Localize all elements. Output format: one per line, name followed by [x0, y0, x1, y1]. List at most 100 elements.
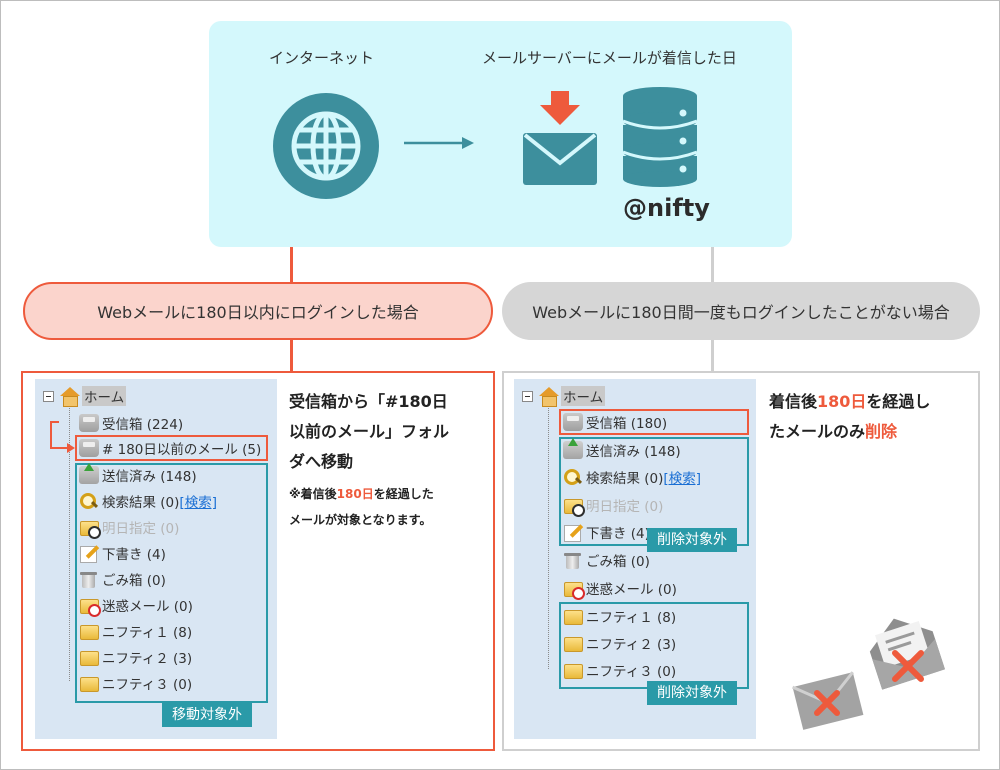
note-highlight: 180日 [336, 487, 374, 501]
home-icon [538, 387, 559, 407]
tree-inbox[interactable]: 受信箱 (180) [563, 412, 667, 432]
tree-label: 迷惑メール (0) [102, 599, 193, 615]
tree-label: 明日指定 (0) [102, 521, 180, 537]
folder-icon [563, 607, 583, 625]
note-text: ※着信後 [289, 487, 337, 501]
collapse-icon[interactable] [522, 391, 533, 402]
note-text: メールが対象となります。 [289, 513, 432, 527]
tree-sent[interactable]: 送信済み (148) [563, 438, 681, 460]
tree-label: ニフティ２ (3) [102, 651, 193, 667]
tree-label: ニフティ２ (3) [586, 637, 677, 653]
tree-folder-1[interactable]: ニフティ１ (8) [79, 621, 192, 641]
tree-label: 検索結果 (0) [102, 495, 180, 511]
clock-folder-icon [79, 518, 101, 539]
tree-label: 検索結果 (0) [586, 471, 664, 487]
tree-moved-folder[interactable]: # 180日以前のメール (5) [79, 438, 261, 458]
database-icon [623, 87, 697, 187]
folder-icon [563, 661, 583, 679]
tree-label: ニフティ３ (0) [102, 677, 193, 693]
branch-left-pill: Webメールに180日以内にログインした場合 [23, 282, 493, 340]
tree-label: ニフティ３ (0) [586, 664, 677, 680]
inbox-icon [79, 414, 99, 432]
right-excluded-tag-2: 削除対象外 [647, 681, 737, 705]
tree-label: ニフティ１ (8) [586, 610, 677, 626]
search-icon [79, 492, 99, 510]
connector-left-bottom [290, 339, 293, 372]
inbox-icon [563, 413, 583, 431]
tree-sent[interactable]: 送信済み (148) [79, 463, 197, 485]
right-description: 着信後180日を経過し たメールのみ削除 [769, 387, 930, 447]
connector-left-top [290, 247, 293, 283]
connector-right-bottom [711, 339, 714, 372]
tree-folder-1[interactable]: ニフティ１ (8) [563, 606, 676, 626]
tree-scheduled[interactable]: 明日指定 (0) [563, 495, 664, 517]
tree-label: 送信済み (148) [102, 469, 197, 485]
desc-highlight: 削除 [865, 422, 898, 441]
server-label: メールサーバーにメールが着信した日 [482, 49, 737, 67]
folder-icon [79, 674, 99, 692]
folder-icon [79, 622, 99, 640]
tree-label: 明日指定 (0) [586, 499, 664, 515]
search-icon [563, 468, 583, 486]
tree-label: ニフティ１ (8) [102, 625, 193, 641]
search-link[interactable]: [検索] [663, 467, 701, 487]
search-link[interactable]: [検索] [179, 491, 217, 511]
folder-icon [563, 634, 583, 652]
nifty-logo: @nifty [623, 194, 710, 222]
tree-search[interactable]: 検索結果 (0) [検索] [79, 491, 217, 511]
desc-text: 着信後 [769, 392, 818, 411]
tree-label: 下書き (4) [102, 547, 166, 563]
move-arrow-icon [50, 421, 75, 453]
branch-right-pill: Webメールに180日間一度もログインしたことがない場合 [502, 282, 980, 340]
tree-label: ごみ箱 (0) [586, 554, 650, 570]
desc-highlight: 180日 [817, 392, 867, 411]
tree-drafts[interactable]: 下書き (4) [79, 543, 166, 563]
tree-search[interactable]: 検索結果 (0) [検索] [563, 467, 701, 487]
note-text: を経過した [373, 487, 434, 501]
desc-text: を経過し [866, 392, 931, 411]
internet-label: インターネット [269, 49, 375, 67]
tree-folder-2[interactable]: ニフティ２ (3) [563, 633, 676, 653]
left-description: 受信箱から「#180日 以前のメール」フォル ダへ移動 [289, 387, 449, 477]
globe-icon [273, 93, 379, 199]
tree-home[interactable]: ホーム [538, 386, 606, 407]
download-arrow-icon [540, 91, 580, 125]
tree-line [548, 405, 549, 669]
spam-folder-icon [79, 596, 101, 617]
tree-folder-3[interactable]: ニフティ３ (0) [563, 660, 676, 680]
tree-inbox-label: 受信箱 (180) [586, 416, 668, 432]
left-note: ※着信後180日を経過した メールが対象となります。 [289, 481, 434, 533]
folder-icon [79, 439, 99, 457]
tree-home-label: ホーム [82, 386, 127, 406]
tree-folder-3[interactable]: ニフティ３ (0) [79, 673, 192, 693]
tree-inbox[interactable]: 受信箱 (224) [79, 413, 183, 433]
trash-icon [563, 551, 583, 569]
tree-trash[interactable]: ごみ箱 (0) [563, 550, 650, 570]
tree-inbox-label: 受信箱 (224) [102, 417, 184, 433]
collapse-icon[interactable] [43, 391, 54, 402]
folder-icon [79, 648, 99, 666]
tree-drafts[interactable]: 下書き (4) [563, 522, 647, 542]
tree-spam[interactable]: 迷惑メール (0) [79, 595, 193, 617]
right-excluded-tag-1: 削除対象外 [647, 528, 737, 552]
tree-home[interactable]: ホーム [59, 386, 127, 407]
sent-icon [79, 463, 99, 484]
tree-trash[interactable]: ごみ箱 (0) [79, 569, 166, 589]
spam-folder-icon [563, 579, 585, 600]
pencil-icon [563, 523, 583, 542]
tree-folder-2[interactable]: ニフティ２ (3) [79, 647, 192, 667]
tree-label: 下書き (4) [586, 526, 647, 542]
desc-line: 受信箱から「#180日 [289, 392, 448, 411]
tree-label: ごみ箱 (0) [102, 573, 166, 589]
trash-icon [79, 570, 99, 588]
connector-right-top [711, 247, 714, 283]
home-icon [59, 387, 80, 407]
deleted-mail-icon [869, 618, 945, 690]
sent-icon [563, 438, 583, 459]
tree-spam[interactable]: 迷惑メール (0) [563, 578, 677, 600]
tree-scheduled[interactable]: 明日指定 (0) [79, 517, 180, 539]
diagram-stage: インターネット メールサーバーにメールが着信した日 @nifty Webメールに… [0, 0, 1000, 770]
tree-home-label: ホーム [561, 386, 606, 406]
left-excluded-tag: 移動対象外 [162, 703, 252, 727]
deleted-mail-icon [791, 671, 864, 730]
